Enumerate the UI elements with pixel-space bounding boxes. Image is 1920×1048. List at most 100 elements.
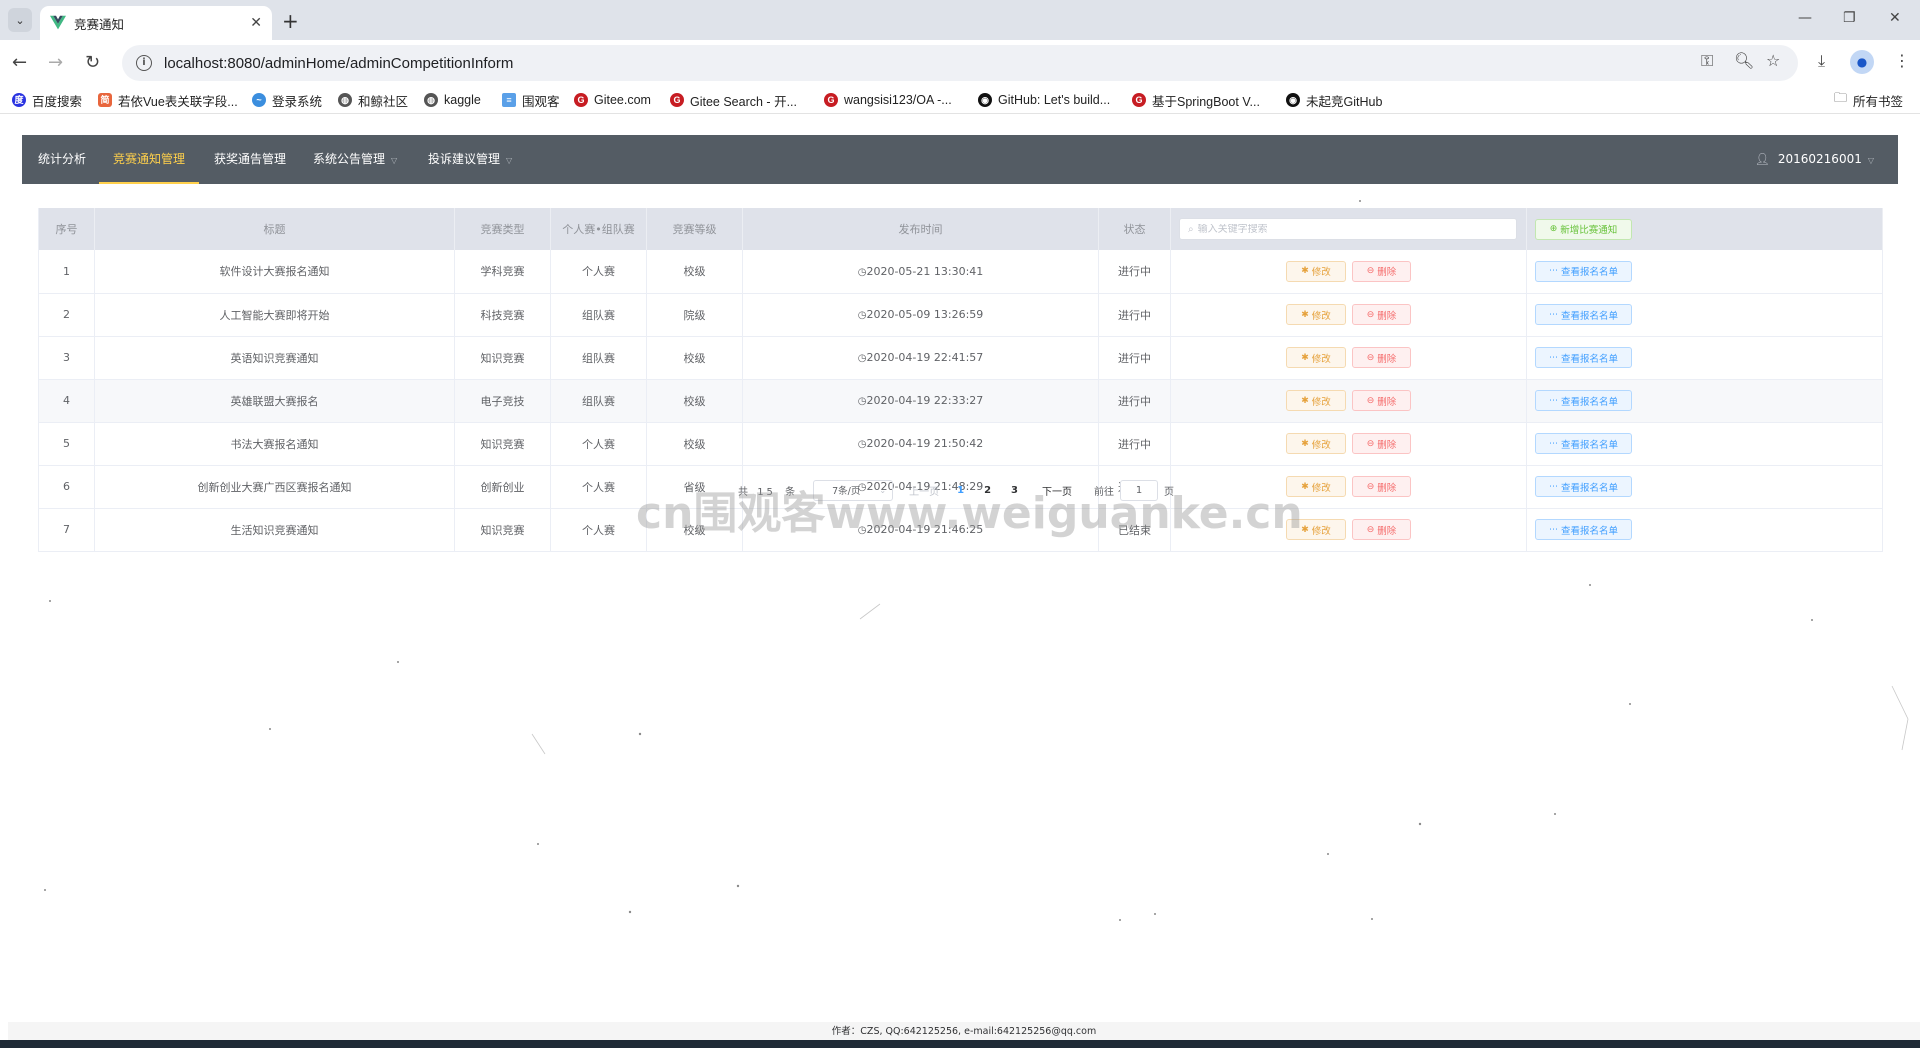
delete-button[interactable]: ⊖ 删除 [1352, 347, 1411, 368]
cell-mode: 个人赛 [550, 465, 647, 509]
cell-time: ◷2020-04-19 21:50:42 [742, 422, 1099, 466]
forward-arrow-icon[interactable]: → [48, 52, 63, 73]
nav-item-stats[interactable]: 统计分析 [38, 135, 86, 184]
site-info-icon[interactable]: i [136, 55, 152, 71]
cell-index: 6 [38, 465, 95, 509]
search-input-wrapper[interactable]: ⌕ [1179, 218, 1517, 240]
cell-view: ⋯ 查看报名名单 [1526, 465, 1883, 509]
gitee-icon: G [574, 93, 588, 107]
bookmark-item[interactable]: ◉ 未起竞GitHub [1286, 90, 1382, 110]
cell-title: 生活知识竞赛通知 [94, 508, 455, 552]
chevron-down-icon: ▽ [391, 156, 398, 165]
table-row: 5 书法大赛报名通知 知识竞赛 个人赛 校级 ◷2020-04-19 21:50:42 进行… [38, 422, 1883, 466]
minus-circle-icon: ⊖ [1366, 481, 1375, 492]
more-menu-icon[interactable]: ⋮ [1894, 51, 1910, 70]
bookmark-item[interactable]: ~ 登录系统 [252, 90, 322, 110]
close-window-icon[interactable]: ✕ [1889, 10, 1901, 26]
nav-item-complaints[interactable]: 投诉建议管理 ▽ [428, 135, 512, 184]
password-key-icon[interactable]: ⚿ [1701, 51, 1713, 71]
delete-button[interactable]: ⊖ 删除 [1352, 476, 1411, 497]
nav-item-system-notice[interactable]: 系统公告管理 ▽ [313, 135, 397, 184]
view-signup-list-button[interactable]: ⋯ 查看报名名单 [1535, 476, 1632, 497]
new-tab-button[interactable]: + [282, 9, 299, 33]
bookmark-item[interactable]: G Gitee Search - 开... [670, 90, 797, 110]
bookmark-item[interactable]: ◍ kaggle [424, 90, 481, 110]
view-signup-list-button[interactable]: ⋯ 查看报名名单 [1535, 347, 1632, 368]
cell-level: 校级 [646, 250, 743, 294]
github-icon: ◉ [978, 93, 992, 107]
footer-text: 作者：CZS, QQ:642125256, e-mail:642125256@q… [8, 1022, 1920, 1042]
view-signup-list-button[interactable]: ⋯ 查看报名名单 [1535, 304, 1632, 325]
os-taskbar [0, 1040, 1920, 1048]
jian-icon: 简 [98, 93, 112, 107]
cell-type: 科技竞赛 [454, 293, 551, 337]
cell-mode: 个人赛 [550, 422, 647, 466]
search-input[interactable] [1197, 223, 1498, 235]
cell-view: ⋯ 查看报名名单 [1526, 336, 1883, 380]
delete-button[interactable]: ⊖ 删除 [1352, 433, 1411, 454]
bookmark-item[interactable]: 度 百度搜索 [12, 90, 82, 110]
cell-view: ⋯ 查看报名名单 [1526, 422, 1883, 466]
delete-button[interactable]: ⊖ 删除 [1352, 390, 1411, 411]
view-signup-list-button[interactable]: ⋯ 查看报名名单 [1535, 433, 1632, 454]
browser-tab[interactable]: 竞赛通知 ✕ [40, 6, 272, 40]
cell-index: 2 [38, 293, 95, 337]
more-dots-icon: ⋯ [1548, 395, 1558, 406]
table-row: 4 英雄联盟大赛报名 电子竞技 组队赛 校级 ◷2020-04-19 22:33:27 进行… [38, 379, 1883, 423]
more-dots-icon: ⋯ [1548, 481, 1558, 492]
delete-button[interactable]: ⊖ 删除 [1352, 260, 1411, 282]
nav-item-award-notice[interactable]: 获奖通告管理 [214, 135, 286, 184]
col-header-time: 发布时间 [742, 208, 1099, 250]
close-tab-icon[interactable]: ✕ [250, 15, 262, 31]
bookmark-item[interactable]: 简 若依Vue表关联字段... [98, 90, 238, 110]
edit-button[interactable]: ✱ 修改 [1286, 304, 1346, 325]
bookmark-star-icon[interactable]: ☆ [1766, 51, 1780, 70]
bookmark-item[interactable]: G Gitee.com [574, 90, 651, 110]
cell-actions: ✱ 修改 ⊖ 删除 [1170, 422, 1527, 466]
add-competition-button[interactable]: ⊕ 新增比赛通知 [1535, 218, 1632, 240]
folder-icon: 🗀 [1834, 90, 1848, 105]
globe-icon: ◍ [338, 93, 352, 107]
minimize-icon[interactable]: — [1798, 10, 1812, 26]
bookmark-item[interactable]: G 基于SpringBoot V... [1132, 90, 1260, 110]
page-content: 统计分析 竞赛通知管理 获奖通告管理 系统公告管理 ▽ 投诉建议管理 ▽ 👤︎ 201… [0, 114, 1920, 1048]
chevron-down-icon: ⌄ [15, 13, 25, 27]
cell-index: 3 [38, 336, 95, 380]
table-row: 1 软件设计大赛报名通知 学科竞赛 个人赛 校级 ◷2020-05-21 13:30:41… [38, 250, 1883, 294]
cell-type: 知识竞赛 [454, 508, 551, 552]
address-bar[interactable]: i localhost:8080/adminHome/adminCompetit… [122, 45, 1798, 81]
plus-circle-icon: ⊕ [1549, 224, 1558, 234]
nav-item-competition-notice[interactable]: 竞赛通知管理 [99, 135, 200, 184]
view-signup-list-button[interactable]: ⋯ 查看报名名单 [1535, 390, 1632, 411]
bookmark-item[interactable]: ◍ 和鲸社区 [338, 90, 408, 110]
reload-icon[interactable]: ↻ [85, 52, 100, 73]
restore-icon[interactable]: ❐ [1843, 10, 1856, 26]
cell-view: ⋯ 查看报名名单 [1526, 379, 1883, 423]
edit-button[interactable]: ✱ 修改 [1286, 260, 1346, 282]
edit-button[interactable]: ✱ 修改 [1286, 347, 1346, 368]
all-bookmarks-button[interactable]: 🗀 所有书签 [1834, 90, 1903, 110]
cell-type: 知识竞赛 [454, 336, 551, 380]
view-signup-list-button[interactable]: ⋯ 查看报名名单 [1535, 519, 1632, 540]
user-dropdown[interactable]: 👤︎ 20160216001 ▽ [1755, 135, 1874, 184]
col-header-mode: 个人赛•组队赛 [550, 208, 647, 250]
url-text[interactable]: localhost:8080/adminHome/adminCompetitio… [164, 55, 513, 72]
view-signup-list-button[interactable]: ⋯ 查看报名名单 [1535, 260, 1632, 282]
tab-search-button[interactable]: ⌄ [8, 8, 32, 32]
download-icon[interactable]: ⤓ [1818, 51, 1825, 71]
profile-avatar-icon[interactable]: ● [1850, 50, 1874, 74]
delete-button[interactable]: ⊖ 删除 [1352, 519, 1411, 540]
bookmark-item[interactable]: ≡ 围观客 [502, 90, 560, 110]
more-dots-icon: ⋯ [1548, 438, 1558, 449]
bookmark-item[interactable]: ◉ GitHub: Let's build... [978, 90, 1110, 110]
zoom-icon[interactable]: 🔍︎ [1734, 51, 1754, 70]
edit-button[interactable]: ✱ 修改 [1286, 390, 1346, 411]
chevron-down-icon: ▽ [1867, 156, 1874, 165]
cell-title: 创新创业大赛广西区赛报名通知 [94, 465, 455, 509]
back-arrow-icon[interactable]: ← [12, 52, 27, 73]
bookmark-item[interactable]: G wangsisi123/OA -... [824, 90, 952, 110]
cell-time: ◷2020-04-19 22:33:27 [742, 379, 1099, 423]
gear-icon: ✱ [1301, 309, 1309, 320]
edit-button[interactable]: ✱ 修改 [1286, 433, 1346, 454]
delete-button[interactable]: ⊖ 删除 [1352, 304, 1411, 325]
